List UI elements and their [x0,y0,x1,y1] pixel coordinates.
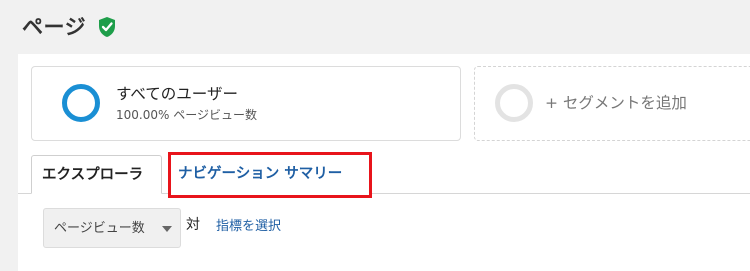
tab-navigation-summary[interactable]: ナビゲーション サマリー [168,152,372,198]
segment-card-all-users[interactable]: すべてのユーザー 100.00% ページビュー数 [31,66,461,141]
empty-segment-ring-icon [495,84,533,122]
tab-explorer[interactable]: エクスプローラ [31,155,162,194]
page-title: ページ [22,15,87,39]
segment-ring-icon [62,84,100,122]
versus-label: 対 [186,217,200,233]
report-tabs: エクスプローラ ナビゲーション サマリー [18,152,750,198]
page-header: ページ [0,0,750,54]
add-segment-button[interactable]: + セグメントを追加 [474,66,750,141]
segment-name: すべてのユーザー [116,85,238,103]
primary-metric-dropdown[interactable]: ページビュー数 [43,208,181,248]
shield-check-icon [99,17,115,37]
add-segment-label: + セグメントを追加 [545,94,687,112]
caret-down-icon [162,226,172,232]
main-panel: すべてのユーザー 100.00% ページビュー数 + セグメントを追加 エクスプ… [18,54,750,271]
segment-detail: 100.00% ページビュー数 [116,108,257,122]
select-metric-link[interactable]: 指標を選択 [216,218,281,235]
primary-metric-label: ページビュー数 [54,221,145,236]
